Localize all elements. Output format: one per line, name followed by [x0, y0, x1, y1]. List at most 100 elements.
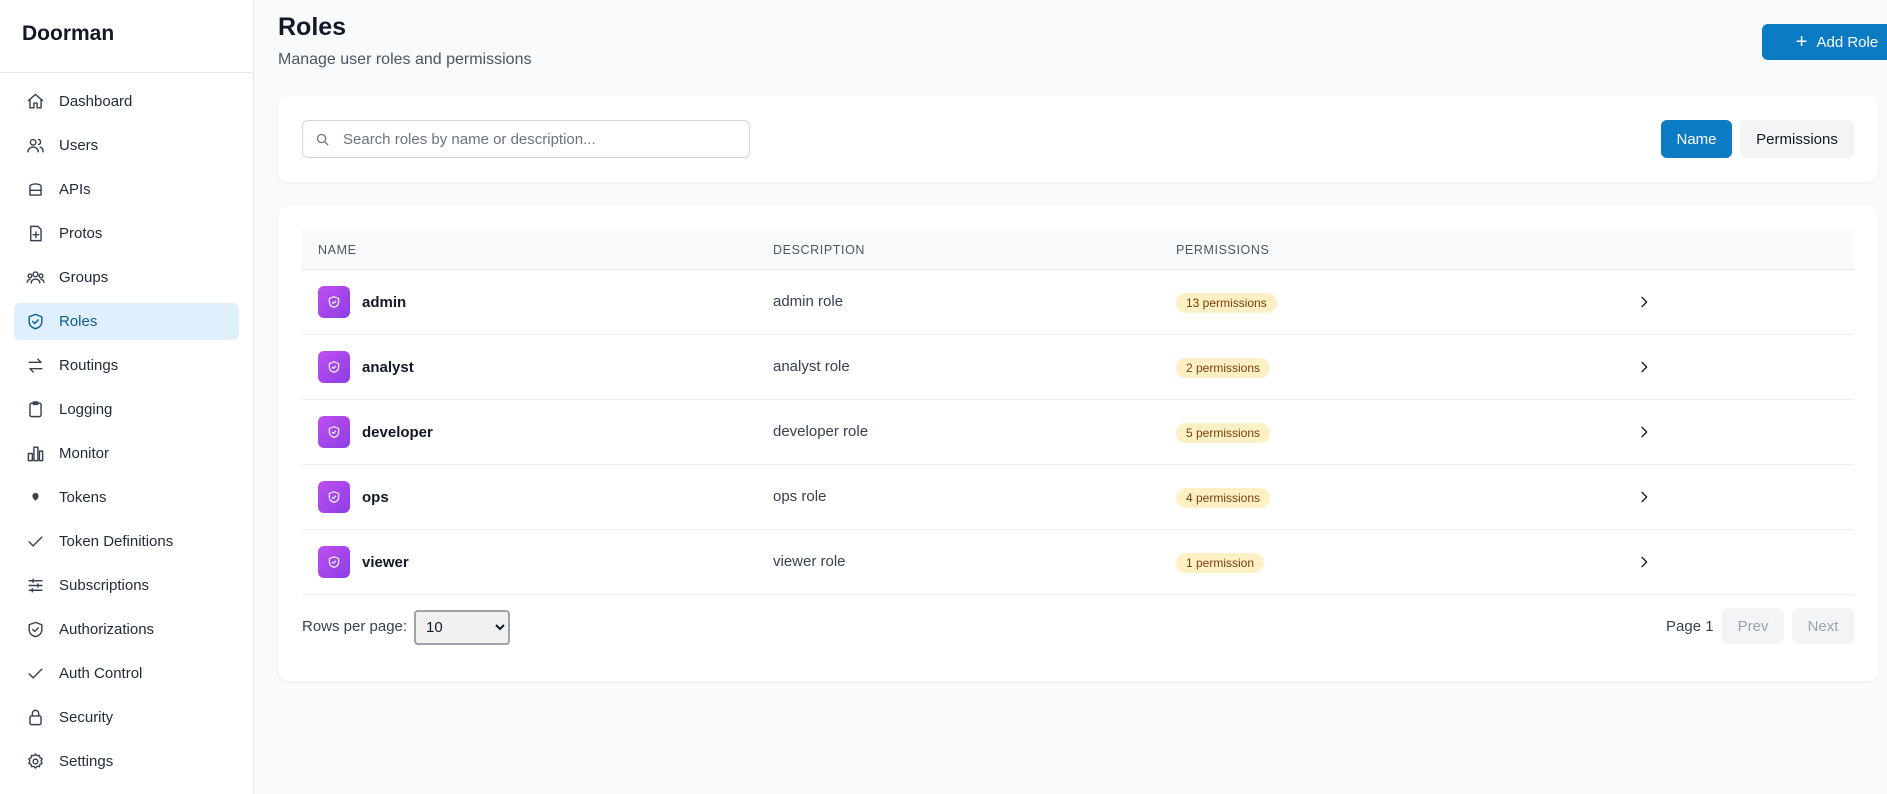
- sidebar-item-token-definitions[interactable]: Token Definitions: [14, 523, 239, 560]
- sidebar-item-logging[interactable]: Logging: [14, 391, 239, 428]
- sidebar-item-label: Tokens: [59, 489, 107, 506]
- sidebar-item-label: APIs: [59, 181, 91, 198]
- search-box: [302, 120, 750, 158]
- column-header-permissions: PERMISSIONS: [1176, 243, 1270, 257]
- check-icon: [26, 664, 45, 683]
- page-title: Roles: [278, 13, 347, 41]
- arrows-swap-icon: [26, 356, 45, 375]
- shield-icon: [318, 546, 350, 578]
- role-description: analyst role: [773, 358, 850, 375]
- sort-permissions-button[interactable]: Permissions: [1740, 120, 1854, 158]
- sidebar-item-roles[interactable]: Roles: [14, 303, 239, 340]
- prev-page-button[interactable]: Prev: [1722, 608, 1784, 644]
- lock-icon: [26, 708, 45, 727]
- chevron-right-icon[interactable]: [1636, 359, 1652, 375]
- page-indicator: Page 1: [1666, 618, 1714, 635]
- role-description: ops role: [773, 488, 827, 505]
- shield-check-icon: [26, 620, 45, 639]
- role-description: admin role: [773, 293, 844, 310]
- sidebar-item-label: Routings: [59, 357, 119, 374]
- sidebar-item-label: Authorizations: [59, 621, 155, 638]
- shield-icon: [318, 286, 350, 318]
- gear-icon: [26, 752, 45, 771]
- roles-table: NAME DESCRIPTION PERMISSIONS admin admin…: [302, 230, 1854, 595]
- sort-name-button[interactable]: Name: [1661, 120, 1732, 158]
- sidebar: Doorman Dashboard Users APIs Protos Grou…: [0, 0, 254, 794]
- table-row[interactable]: viewer viewer role 1 permission: [302, 530, 1854, 595]
- chevron-right-icon[interactable]: [1636, 294, 1652, 310]
- shield-icon: [318, 481, 350, 513]
- sidebar-item-label: Security: [59, 709, 114, 726]
- search-input[interactable]: [343, 130, 723, 148]
- table-header: NAME DESCRIPTION PERMISSIONS: [302, 230, 1854, 270]
- role-name: developer: [362, 423, 433, 441]
- sidebar-item-label: Protos: [59, 225, 103, 242]
- column-header-name: NAME: [318, 243, 357, 257]
- permissions-badge: 5 permissions: [1176, 423, 1271, 443]
- sidebar-item-label: Monitor: [59, 445, 110, 462]
- permissions-badge: 1 permission: [1176, 553, 1265, 573]
- role-name-cell: developer: [318, 416, 433, 448]
- sidebar-item-apis[interactable]: APIs: [14, 171, 239, 208]
- table-row[interactable]: developer developer role 5 permissions: [302, 400, 1854, 465]
- sidebar-item-users[interactable]: Users: [14, 127, 239, 164]
- chevron-right-icon[interactable]: [1636, 424, 1652, 440]
- table-row[interactable]: ops ops role 4 permissions: [302, 465, 1854, 530]
- sidebar-item-label: Roles: [59, 313, 98, 330]
- sidebar-item-label: Groups: [59, 269, 109, 286]
- page-subtitle: Manage user roles and permissions: [278, 51, 532, 68]
- permissions-badge: 4 permissions: [1176, 488, 1271, 508]
- role-description: viewer role: [773, 553, 846, 570]
- sidebar-item-monitor[interactable]: Monitor: [14, 435, 239, 472]
- search-icon: [316, 133, 329, 146]
- sidebar-item-auth-control[interactable]: Auth Control: [14, 655, 239, 692]
- file-plus-icon: [26, 224, 45, 243]
- shield-icon: [318, 416, 350, 448]
- sidebar-item-security[interactable]: Security: [14, 699, 239, 736]
- sidebar-item-authorizations[interactable]: Authorizations: [14, 611, 239, 648]
- filter-card: Name Permissions: [278, 96, 1878, 182]
- role-name-cell: viewer: [318, 546, 409, 578]
- sliders-icon: [26, 576, 45, 595]
- permissions-badge: 2 permissions: [1176, 358, 1271, 378]
- role-name: ops: [362, 488, 389, 506]
- sidebar-item-label: Token Definitions: [59, 533, 174, 550]
- sidebar-nav: Dashboard Users APIs Protos Groups Roles…: [0, 73, 253, 780]
- pagination-bar: Rows per page: 10 Page 1 Prev Next: [302, 608, 1854, 646]
- map-pin-icon: [26, 488, 45, 507]
- sidebar-item-tokens[interactable]: Tokens: [14, 479, 239, 516]
- sidebar-item-subscriptions[interactable]: Subscriptions: [14, 567, 239, 604]
- rows-per-page-select[interactable]: 10: [414, 610, 510, 645]
- sidebar-item-settings[interactable]: Settings: [14, 743, 239, 780]
- table-row[interactable]: admin admin role 13 permissions: [302, 270, 1854, 335]
- sidebar-item-protos[interactable]: Protos: [14, 215, 239, 252]
- users-icon: [26, 136, 45, 155]
- add-role-label: Add Role: [1816, 33, 1879, 51]
- sidebar-item-label: Users: [59, 137, 99, 154]
- sidebar-item-dashboard[interactable]: Dashboard: [14, 83, 239, 120]
- groups-icon: [26, 268, 45, 287]
- chevron-right-icon[interactable]: [1636, 554, 1652, 570]
- sidebar-item-label: Logging: [59, 401, 113, 418]
- sidebar-item-groups[interactable]: Groups: [14, 259, 239, 296]
- sidebar-item-routings[interactable]: Routings: [14, 347, 239, 384]
- plus-icon: +: [1795, 31, 1808, 53]
- table-row[interactable]: analyst analyst role 2 permissions: [302, 335, 1854, 400]
- column-header-description: DESCRIPTION: [773, 243, 866, 257]
- check-icon: [26, 532, 45, 551]
- role-description: developer role: [773, 423, 869, 440]
- add-role-button[interactable]: + Add Role: [1762, 24, 1887, 60]
- chevron-right-icon[interactable]: [1636, 489, 1652, 505]
- next-page-button[interactable]: Next: [1792, 608, 1854, 644]
- home-icon: [26, 92, 45, 111]
- role-name-cell: analyst: [318, 351, 414, 383]
- sidebar-item-label: Subscriptions: [59, 577, 150, 594]
- shield-icon: [318, 351, 350, 383]
- database-icon: [26, 180, 45, 199]
- rows-per-page-label: Rows per page:: [302, 618, 408, 635]
- sidebar-item-label: Settings: [59, 753, 114, 770]
- roles-table-card: NAME DESCRIPTION PERMISSIONS admin admin…: [278, 206, 1878, 681]
- permissions-badge: 13 permissions: [1176, 293, 1277, 313]
- role-name: admin: [362, 293, 407, 311]
- role-name: analyst: [362, 358, 414, 376]
